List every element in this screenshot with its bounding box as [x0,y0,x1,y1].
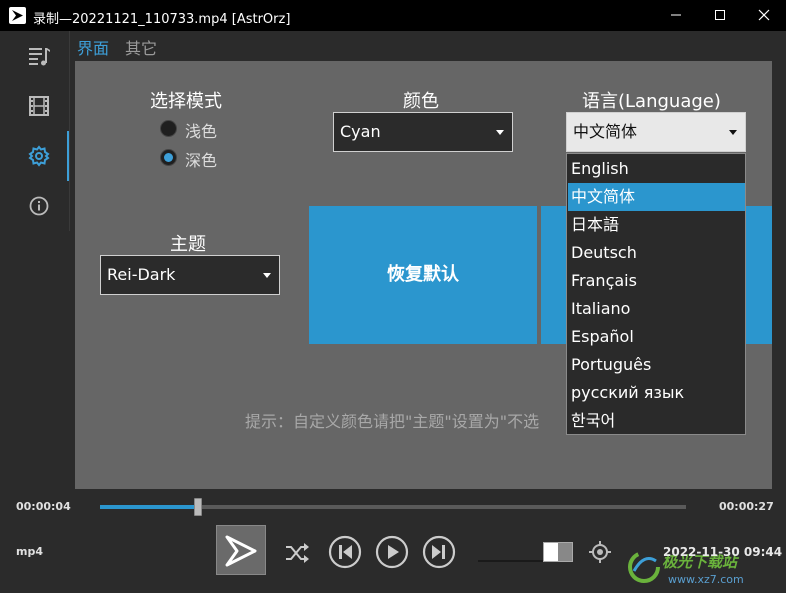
color-heading: 颜色 [403,91,439,112]
theme-select[interactable]: Rei-Dark [100,255,280,295]
theme-select-value: Rei-Dark [107,265,176,284]
volume-track[interactable] [478,560,543,562]
watermark-url: www.xz7.com [668,573,744,586]
sidebar-divider [69,31,70,231]
tab-other[interactable]: 其它 [125,35,157,59]
color-select[interactable]: Cyan [333,112,513,152]
sidebar-item-about[interactable] [0,181,70,231]
sidebar-item-video[interactable] [0,81,70,131]
info-icon [29,196,49,216]
maximize-button[interactable] [698,0,742,31]
language-heading: 语言(Language) [582,91,721,112]
minimize-icon [671,14,681,16]
radio-dark-label: 深色 [185,151,218,170]
chevron-down-icon [263,273,271,278]
playlist-icon [29,48,50,66]
close-button[interactable] [742,0,786,31]
sidebar-item-settings[interactable] [0,131,70,181]
logo-button[interactable] [216,525,266,575]
radio-dark-circle[interactable] [160,149,177,166]
language-option-portuguese[interactable]: Português [568,351,745,379]
logo-icon [225,535,257,567]
previous-icon[interactable] [328,535,362,569]
chevron-down-icon [729,130,737,135]
language-option-korean[interactable]: 한국어 [568,407,745,435]
format-label: mp4 [16,545,43,558]
radio-light-label: 浅色 [185,122,218,141]
color-select-value: Cyan [340,122,381,141]
language-option-french[interactable]: Français [568,267,745,295]
total-time: 00:00:27 [719,500,774,513]
crosshair-icon[interactable] [588,540,612,564]
language-dropdown: English 中文简体 日本語 Deutsch Français Italia… [566,153,746,435]
film-icon [29,96,49,116]
language-option-japanese[interactable]: 日本語 [568,211,745,239]
sidebar [0,31,70,231]
close-icon [758,9,770,21]
sidebar-item-playlist[interactable] [0,31,70,81]
language-option-spanish[interactable]: Español [568,323,745,351]
maximize-icon [715,10,725,20]
current-time: 00:00:04 [16,500,71,513]
radio-light-circle[interactable] [160,120,177,137]
gear-icon [28,145,50,167]
hint-text: 提示：自定义颜色请把"主题"设置为"不选 [245,412,540,431]
seek-thumb[interactable] [194,498,203,516]
datetime-display: 2022-11-30 09:44 [663,545,783,559]
minimize-button[interactable] [654,0,698,31]
mode-heading: 选择模式 [150,91,222,112]
seek-bar-fill [100,505,199,509]
seek-bar[interactable] [100,498,686,516]
app-logo-icon [9,7,26,24]
reset-defaults-button[interactable]: 恢复默认 [309,206,537,344]
play-icon[interactable] [375,535,409,569]
tab-interface[interactable]: 界面 [77,35,109,59]
title-bar: 录制—20221121_110733.mp4 [AstrOrz] [0,0,786,31]
language-select-value: 中文简体 [573,122,638,141]
window-title: 录制—20221121_110733.mp4 [AstrOrz] [33,12,291,27]
theme-heading: 主题 [170,234,206,255]
language-option-german[interactable]: Deutsch [568,239,745,267]
shuffle-icon[interactable] [284,540,310,566]
app-window: 录制—20221121_110733.mp4 [AstrOrz] 界面 其它 选… [0,0,786,593]
volume-fill [544,543,558,561]
chevron-down-icon [496,130,504,135]
watermark-logo-icon [628,551,660,583]
volume-slider[interactable] [543,542,573,562]
language-option-english[interactable]: English [568,155,745,183]
language-option-russian[interactable]: русский язык [568,379,745,407]
language-select[interactable]: 中文简体 [566,112,746,152]
language-option-italian[interactable]: Italiano [568,295,745,323]
next-icon[interactable] [422,535,456,569]
language-option-chinese[interactable]: 中文简体 [568,183,745,211]
